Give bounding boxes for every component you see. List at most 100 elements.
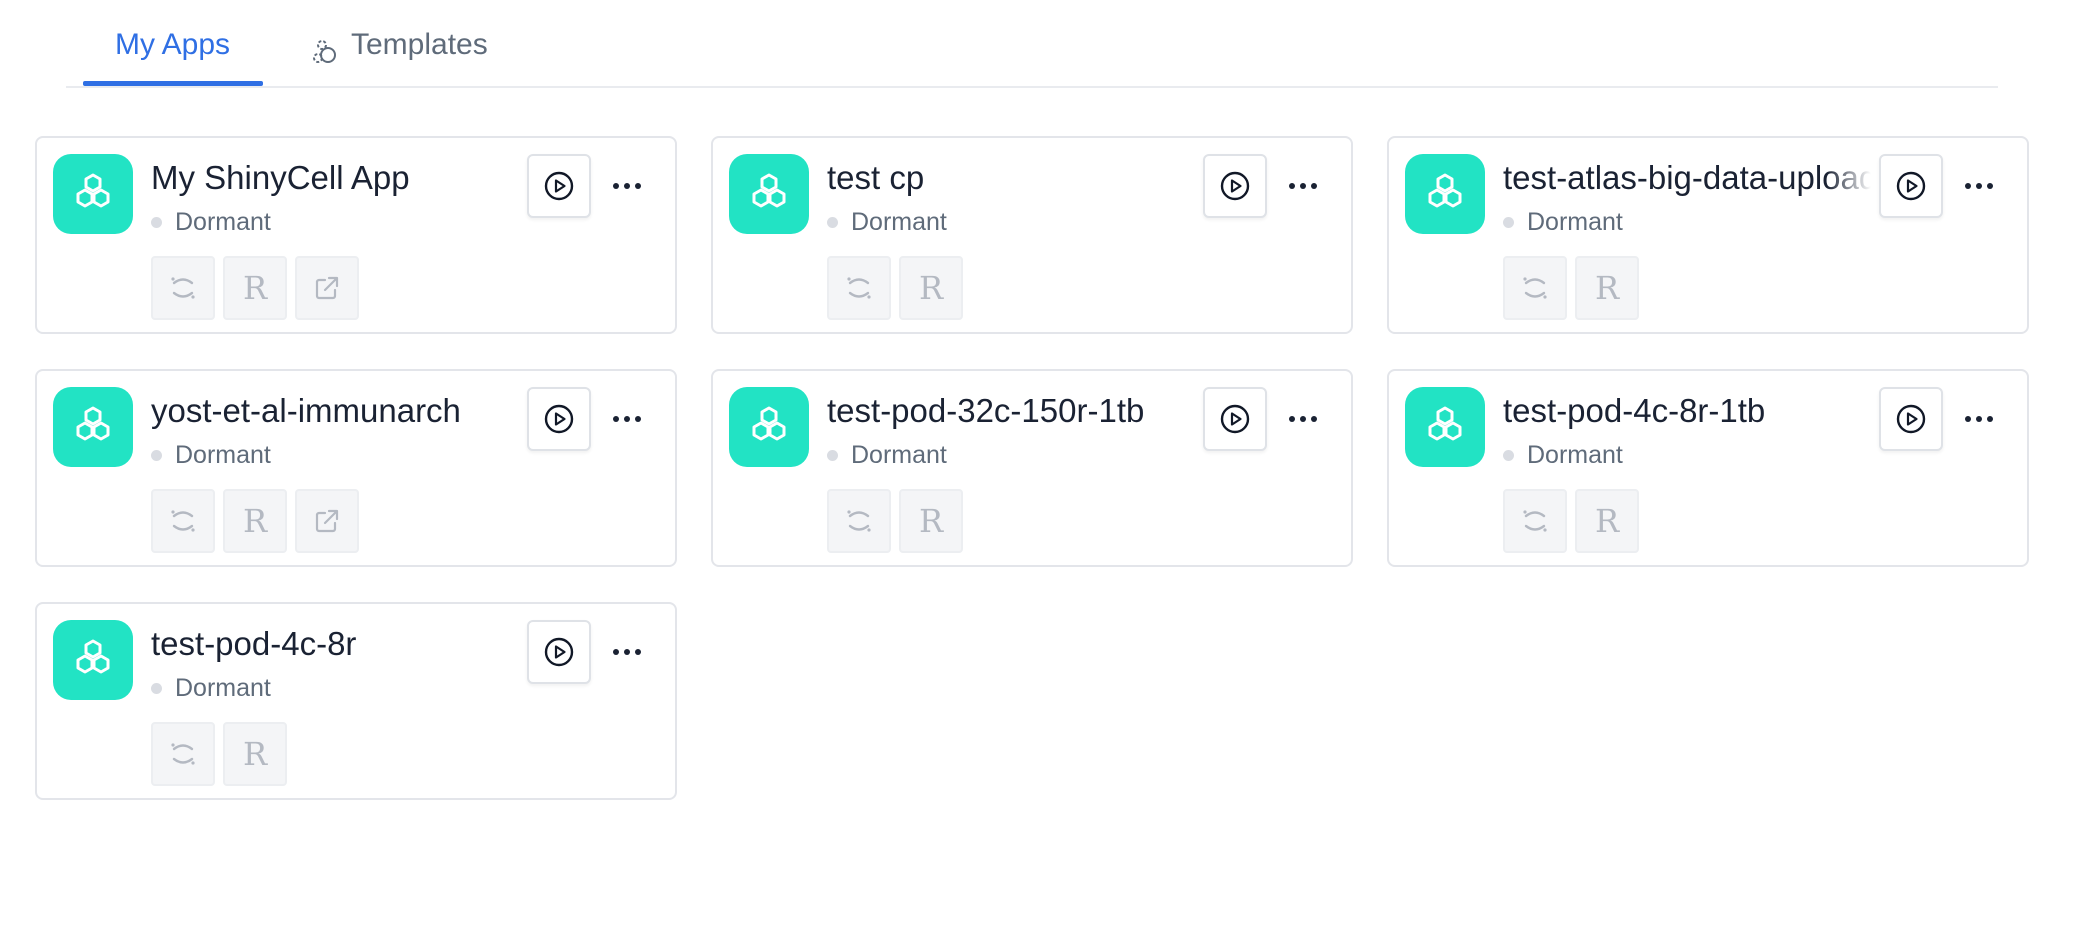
tool-buttons: R <box>1503 489 1639 553</box>
run-app-button[interactable] <box>1203 387 1267 451</box>
spinner-tool-button[interactable] <box>827 489 891 553</box>
status-text: Dormant <box>175 208 271 236</box>
r-tool-button[interactable]: R <box>223 722 287 786</box>
app-icon <box>53 620 133 700</box>
spinner-icon <box>847 510 871 532</box>
app-name[interactable]: test-pod-4c-8r <box>151 624 519 664</box>
hexagon-cluster-icon <box>76 406 110 441</box>
app-card[interactable]: yost-et-al-immunarch Dormant R <box>35 369 677 567</box>
status-dot <box>151 450 162 461</box>
app-icon <box>53 387 133 467</box>
app-icon <box>729 154 809 234</box>
app-card[interactable]: test-pod-4c-8r-1tb Dormant R <box>1387 369 2029 567</box>
r-language-icon: R <box>242 502 268 540</box>
more-options-button[interactable] <box>1959 168 1999 204</box>
status-text: Dormant <box>175 674 271 702</box>
tab-label: Templates <box>351 28 488 61</box>
app-card[interactable]: test-pod-32c-150r-1tb Dormant R <box>711 369 1353 567</box>
open-external-button[interactable] <box>295 256 359 320</box>
r-tool-button[interactable]: R <box>1575 489 1639 553</box>
r-language-icon: R <box>242 735 268 773</box>
run-app-button[interactable] <box>1879 154 1943 218</box>
play-circle-icon <box>544 637 574 667</box>
app-icon <box>729 387 809 467</box>
spinner-tool-button[interactable] <box>827 256 891 320</box>
run-app-button[interactable] <box>527 387 591 451</box>
app-status: Dormant <box>1503 441 1623 470</box>
r-tool-button[interactable]: R <box>223 256 287 320</box>
spinner-tool-button[interactable] <box>151 722 215 786</box>
app-name[interactable]: test-atlas-big-data-upload <box>1503 158 1871 198</box>
run-app-button[interactable] <box>527 620 591 684</box>
more-options-button[interactable] <box>1283 168 1323 204</box>
ellipsis-icon <box>1965 416 1993 422</box>
spinner-tool-button[interactable] <box>151 489 215 553</box>
app-name[interactable]: My ShinyCell App <box>151 158 519 198</box>
hexagon-cluster-icon <box>752 406 786 441</box>
app-name[interactable]: test cp <box>827 158 1195 198</box>
spinner-icon <box>171 510 195 532</box>
app-card[interactable]: My ShinyCell App Dormant R <box>35 136 677 334</box>
status-dot <box>151 217 162 228</box>
status-text: Dormant <box>1527 208 1623 236</box>
hexagon-cluster-icon <box>752 173 786 208</box>
ellipsis-icon <box>1289 416 1317 422</box>
tool-buttons: R <box>151 722 287 786</box>
run-app-button[interactable] <box>1203 154 1267 218</box>
tab-my-apps[interactable]: My Apps <box>115 28 230 84</box>
r-tool-button[interactable]: R <box>223 489 287 553</box>
r-tool-button[interactable]: R <box>899 256 963 320</box>
tool-buttons: R <box>1503 256 1639 320</box>
r-tool-button[interactable]: R <box>899 489 963 553</box>
external-link-icon <box>315 509 339 533</box>
play-circle-icon <box>544 404 574 434</box>
app-name[interactable]: test-pod-4c-8r-1tb <box>1503 391 1871 431</box>
app-icon <box>1405 154 1485 234</box>
run-app-button[interactable] <box>527 154 591 218</box>
r-language-icon: R <box>918 269 944 307</box>
open-external-button[interactable] <box>295 489 359 553</box>
status-text: Dormant <box>851 208 947 236</box>
app-name[interactable]: yost-et-al-immunarch <box>151 391 519 431</box>
hexagon-cluster-icon <box>1428 173 1462 208</box>
more-options-button[interactable] <box>607 634 647 670</box>
play-circle-icon <box>544 171 574 201</box>
tab-label: My Apps <box>115 28 231 61</box>
active-tab-indicator <box>83 81 263 86</box>
spinner-icon <box>171 277 195 299</box>
run-app-button[interactable] <box>1879 387 1943 451</box>
tab-templates[interactable]: Templates <box>309 28 488 84</box>
tab-bar: My Apps Templates <box>66 0 1998 88</box>
spinner-tool-button[interactable] <box>151 256 215 320</box>
spinner-icon <box>171 743 195 765</box>
spinner-icon <box>1523 510 1547 532</box>
r-language-icon: R <box>1594 502 1620 540</box>
spinner-tool-button[interactable] <box>1503 256 1567 320</box>
hexagon-cluster-icon <box>76 173 110 208</box>
status-text: Dormant <box>851 441 947 469</box>
status-dot <box>1503 450 1514 461</box>
play-circle-icon <box>1220 404 1250 434</box>
more-options-button[interactable] <box>1283 401 1323 437</box>
more-options-button[interactable] <box>607 168 647 204</box>
tool-buttons: R <box>827 256 963 320</box>
app-status: Dormant <box>1503 208 1623 237</box>
app-card[interactable]: test-atlas-big-data-upload Dormant R <box>1387 136 2029 334</box>
app-card[interactable]: test cp Dormant R <box>711 136 1353 334</box>
play-circle-icon <box>1220 171 1250 201</box>
app-name[interactable]: test-pod-32c-150r-1tb <box>827 391 1195 431</box>
app-card[interactable]: test-pod-4c-8r Dormant R <box>35 602 677 800</box>
r-tool-button[interactable]: R <box>1575 256 1639 320</box>
more-options-button[interactable] <box>607 401 647 437</box>
tool-buttons: R <box>827 489 963 553</box>
app-icon <box>1405 387 1485 467</box>
templates-icon <box>313 40 336 63</box>
status-dot <box>827 217 838 228</box>
hexagon-cluster-icon <box>76 639 110 674</box>
more-options-button[interactable] <box>1959 401 1999 437</box>
ellipsis-icon <box>1289 183 1317 189</box>
spinner-tool-button[interactable] <box>1503 489 1567 553</box>
status-dot <box>827 450 838 461</box>
r-language-icon: R <box>1594 269 1620 307</box>
ellipsis-icon <box>1965 183 1993 189</box>
